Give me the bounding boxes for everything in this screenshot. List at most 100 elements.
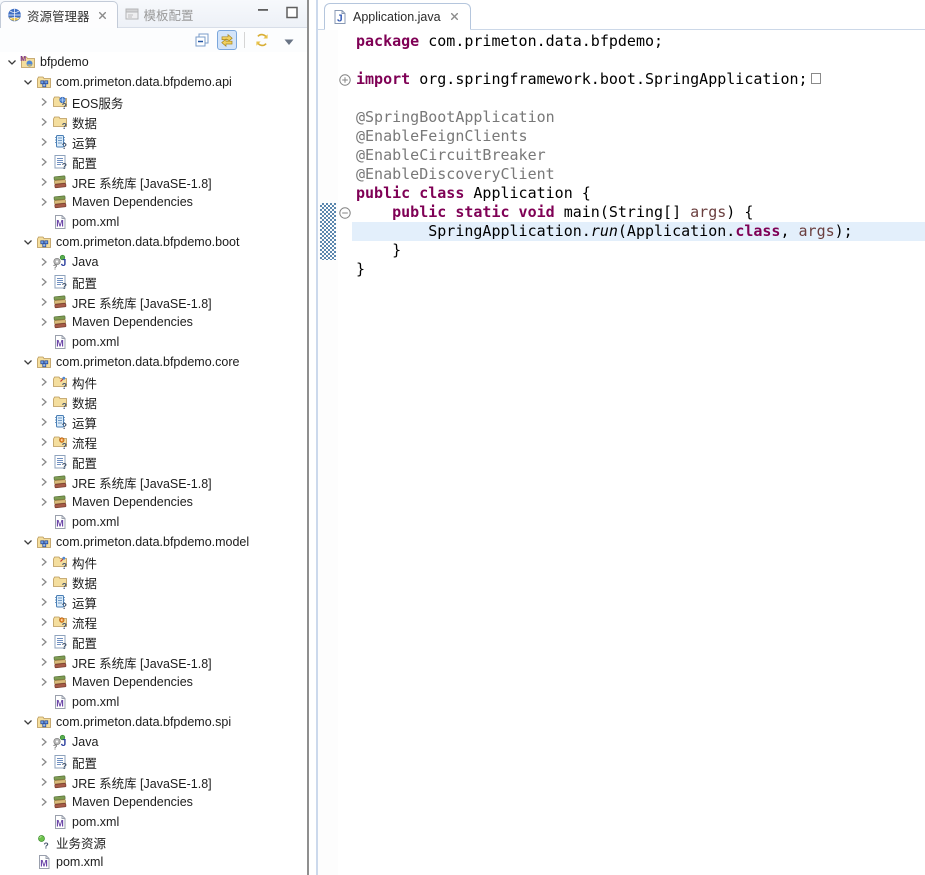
tree-item[interactable]: ?数据 — [0, 572, 307, 592]
tree-item[interactable]: JRE 系统库 [JavaSE-1.8] — [0, 652, 307, 672]
tree-item[interactable]: Mpom.xml — [0, 812, 307, 832]
chevron-collapsed-icon[interactable] — [36, 454, 52, 470]
maximize-icon[interactable] — [283, 5, 301, 21]
collapse-all-icon — [194, 32, 210, 48]
chevron-collapsed-icon[interactable] — [36, 154, 52, 170]
svg-text:?: ? — [62, 601, 67, 610]
tree-item[interactable]: ?构件 — [0, 552, 307, 572]
chevron-collapsed-icon[interactable] — [36, 374, 52, 390]
tree-item[interactable]: Mpom.xml — [0, 692, 307, 712]
chevron-collapsed-icon[interactable] — [36, 274, 52, 290]
minimize-icon[interactable] — [255, 5, 273, 21]
tree-item[interactable]: com.primeton.data.bfpdemo.spi — [0, 712, 307, 732]
chevron-expanded-icon[interactable] — [20, 354, 36, 370]
collapse-all-button[interactable] — [192, 30, 212, 50]
chevron-collapsed-icon[interactable] — [36, 554, 52, 570]
tree-item[interactable]: ?运算 — [0, 132, 307, 152]
tab-resource-explorer[interactable]: 资源管理器 — [0, 1, 118, 28]
project-tree[interactable]: Mbfpdemocom.primeton.data.bfpdemo.api?EO… — [0, 52, 307, 875]
chevron-collapsed-icon[interactable] — [36, 594, 52, 610]
chevron-collapsed-icon[interactable] — [36, 654, 52, 670]
tree-item[interactable]: ?流程 — [0, 432, 307, 452]
tree-item[interactable]: ?运算 — [0, 412, 307, 432]
chevron-collapsed-icon[interactable] — [36, 774, 52, 790]
tree-item[interactable]: ?配置 — [0, 272, 307, 292]
link-with-editor-button[interactable] — [217, 30, 237, 50]
chevron-expanded-icon[interactable] — [20, 234, 36, 250]
chevron-collapsed-icon[interactable] — [36, 114, 52, 130]
chevron-collapsed-icon[interactable] — [36, 394, 52, 410]
view-menu-button[interactable] — [277, 30, 297, 50]
tree-item[interactable]: ?流程 — [0, 612, 307, 632]
chevron-expanded-icon[interactable] — [20, 534, 36, 550]
chevron-collapsed-icon[interactable] — [36, 634, 52, 650]
tab-template-config[interactable]: 模板配置 — [118, 1, 202, 27]
tree-item[interactable]: Maven Dependencies — [0, 312, 307, 332]
svg-text:?: ? — [53, 265, 57, 271]
tree-item[interactable]: ?配置 — [0, 752, 307, 772]
tree-item[interactable]: com.primeton.data.bfpdemo.model — [0, 532, 307, 552]
code-area[interactable]: package com.primeton.data.bfpdemo;import… — [352, 30, 925, 875]
chevron-expanded-icon[interactable] — [20, 74, 36, 90]
tree-item[interactable]: ?数据 — [0, 392, 307, 412]
tree-item[interactable]: Mpom.xml — [0, 212, 307, 232]
tree-item[interactable]: com.primeton.data.bfpdemo.api — [0, 72, 307, 92]
module-icon — [36, 714, 52, 730]
tree-item[interactable]: Maven Dependencies — [0, 792, 307, 812]
chevron-collapsed-icon[interactable] — [36, 574, 52, 590]
tree-item[interactable]: ?配置 — [0, 632, 307, 652]
tree-item[interactable]: JRE 系统库 [JavaSE-1.8] — [0, 772, 307, 792]
tab-application-java[interactable]: J Application.java — [324, 3, 471, 30]
tree-item[interactable]: Mpom.xml — [0, 512, 307, 532]
chevron-expanded-icon[interactable] — [20, 714, 36, 730]
chevron-collapsed-icon[interactable] — [36, 414, 52, 430]
chevron-collapsed-icon[interactable] — [36, 674, 52, 690]
tree-item[interactable]: ?EOS服务 — [0, 92, 307, 112]
editor-body[interactable]: package com.primeton.data.bfpdemo;import… — [318, 30, 925, 875]
tree-item[interactable]: Maven Dependencies — [0, 492, 307, 512]
code-segment: } — [356, 241, 401, 259]
tree-item[interactable]: JRE 系统库 [JavaSE-1.8] — [0, 472, 307, 492]
tree-item[interactable]: Maven Dependencies — [0, 192, 307, 212]
chevron-collapsed-icon[interactable] — [36, 734, 52, 750]
module-icon — [36, 74, 52, 90]
chevron-collapsed-icon[interactable] — [36, 314, 52, 330]
tree-item[interactable]: ?配置 — [0, 452, 307, 472]
tree-item[interactable]: J?Java — [0, 732, 307, 752]
tree-item[interactable]: J?Java — [0, 252, 307, 272]
fold-plus-icon[interactable] — [339, 73, 351, 85]
fold-minus-icon[interactable] — [339, 206, 351, 218]
refresh-button[interactable] — [252, 30, 272, 50]
code-segment: (Application. — [618, 222, 735, 240]
tree-item[interactable]: Mpom.xml — [0, 332, 307, 352]
tree-item[interactable]: ?业务资源 — [0, 832, 307, 852]
chevron-collapsed-icon[interactable] — [36, 94, 52, 110]
tree-item[interactable]: Mpom.xml — [0, 852, 307, 872]
folded-region-marker[interactable] — [811, 73, 821, 84]
chevron-collapsed-icon[interactable] — [36, 614, 52, 630]
tree-item-label: 数据 — [72, 393, 97, 412]
tree-item[interactable]: Maven Dependencies — [0, 672, 307, 692]
chevron-expanded-icon[interactable] — [4, 54, 20, 70]
tree-item[interactable]: ?数据 — [0, 112, 307, 132]
chevron-collapsed-icon[interactable] — [36, 434, 52, 450]
tree-item[interactable]: ?运算 — [0, 592, 307, 612]
chevron-collapsed-icon[interactable] — [36, 474, 52, 490]
chevron-collapsed-icon[interactable] — [36, 134, 52, 150]
tree-item[interactable]: ?配置 — [0, 152, 307, 172]
chevron-collapsed-icon[interactable] — [36, 254, 52, 270]
tree-item[interactable]: ?构件 — [0, 372, 307, 392]
chevron-collapsed-icon[interactable] — [36, 194, 52, 210]
close-icon[interactable] — [448, 10, 461, 23]
tree-item[interactable]: JRE 系统库 [JavaSE-1.8] — [0, 172, 307, 192]
chevron-collapsed-icon[interactable] — [36, 754, 52, 770]
tree-item[interactable]: com.primeton.data.bfpdemo.boot — [0, 232, 307, 252]
tree-item[interactable]: Mbfpdemo — [0, 52, 307, 72]
chevron-collapsed-icon[interactable] — [36, 494, 52, 510]
chevron-collapsed-icon[interactable] — [36, 794, 52, 810]
chevron-collapsed-icon[interactable] — [36, 294, 52, 310]
close-icon[interactable] — [96, 9, 109, 22]
tree-item[interactable]: com.primeton.data.bfpdemo.core — [0, 352, 307, 372]
tree-item[interactable]: JRE 系统库 [JavaSE-1.8] — [0, 292, 307, 312]
chevron-collapsed-icon[interactable] — [36, 174, 52, 190]
